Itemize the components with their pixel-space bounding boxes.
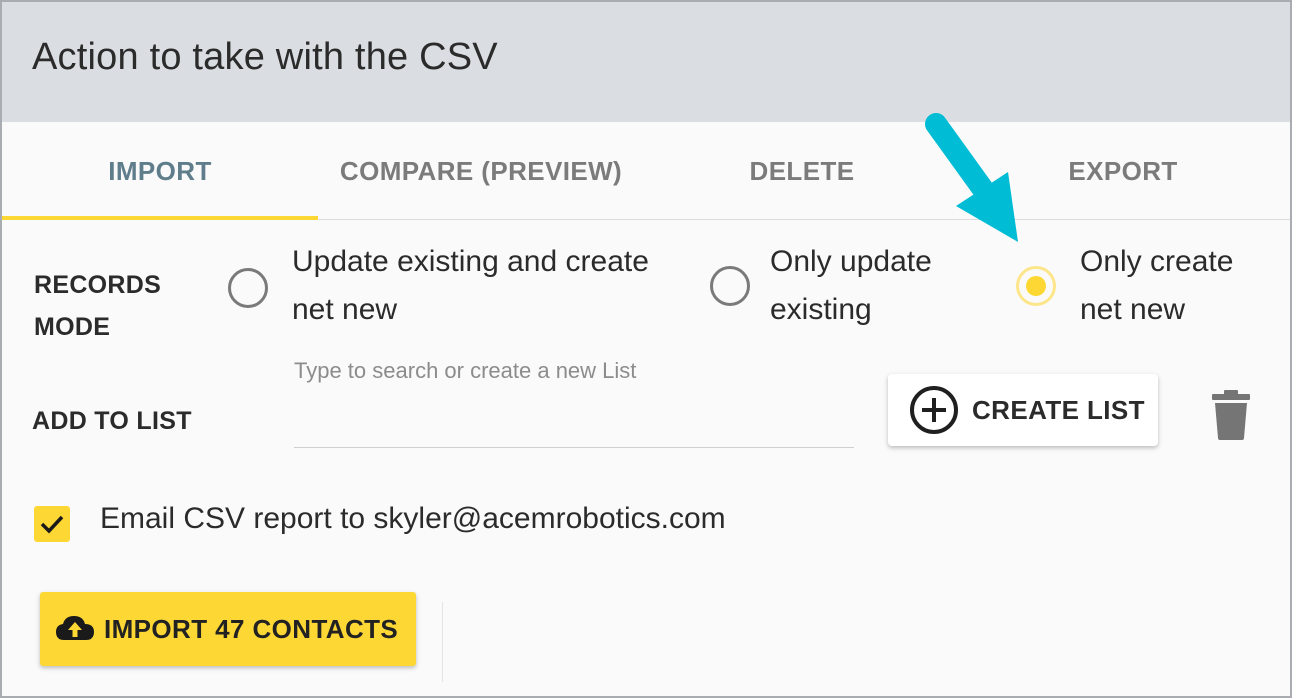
add-circle-icon	[910, 386, 958, 434]
radio-label-only-create[interactable]: Only create net new	[1080, 238, 1233, 334]
records-mode-label: RECORDS MODE	[34, 271, 162, 341]
list-search-input[interactable]	[294, 394, 854, 448]
import-contacts-label: IMPORT 47 CONTACTS	[104, 613, 399, 644]
create-list-button[interactable]: CREATE LIST	[888, 374, 1158, 446]
email-report-label[interactable]: Email CSV report to skyler@acemrobotics.…	[100, 502, 726, 536]
create-list-label: CREATE LIST	[972, 394, 1145, 425]
dialog-title: Action to take with the CSV	[32, 36, 498, 78]
radio-update-and-create[interactable]	[228, 268, 268, 308]
add-to-list-label: ADD TO LIST	[32, 407, 192, 435]
radio-selected-dot	[1026, 276, 1046, 296]
divider	[442, 602, 443, 682]
cloud-upload-icon	[56, 616, 94, 640]
radio-label-update-and-create[interactable]: Update existing and create net new	[292, 238, 649, 334]
csv-action-dialog: Action to take with the CSV IMPORT COMPA…	[0, 0, 1292, 698]
check-icon	[40, 515, 64, 534]
annotation-arrow-icon	[925, 113, 1018, 242]
radio-only-update[interactable]	[710, 266, 750, 306]
list-search-placeholder: Type to search or create a new List	[294, 358, 637, 383]
tab-compare-preview[interactable]: COMPARE (PREVIEW)	[318, 122, 644, 220]
trash-icon[interactable]	[1210, 388, 1252, 440]
radio-only-create[interactable]	[1016, 266, 1056, 306]
active-tab-indicator	[2, 216, 318, 220]
import-contacts-button[interactable]: IMPORT 47 CONTACTS	[40, 592, 416, 666]
tab-bar: IMPORT COMPARE (PREVIEW) DELETE EXPORT	[2, 122, 1290, 220]
dialog-header: Action to take with the CSV	[2, 2, 1290, 122]
email-report-checkbox[interactable]	[34, 506, 70, 542]
tab-import[interactable]: IMPORT	[2, 122, 318, 220]
